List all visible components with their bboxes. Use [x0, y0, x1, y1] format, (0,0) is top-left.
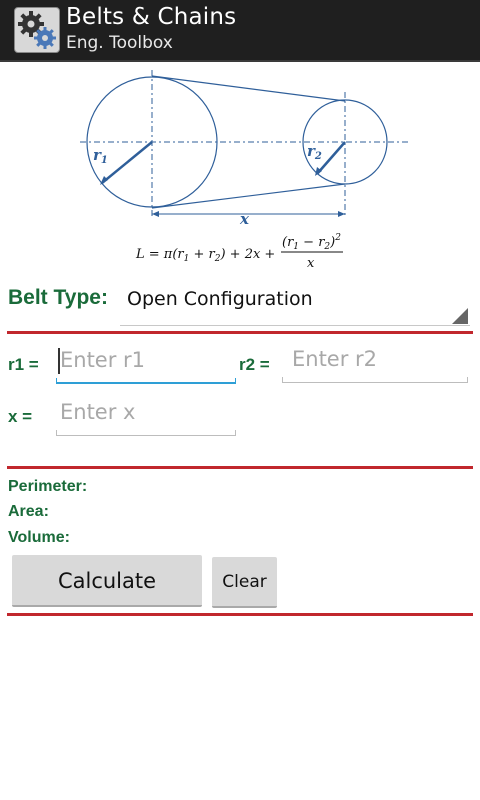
x-input[interactable]: Enter x	[56, 396, 236, 436]
dropdown-arrow-icon	[452, 308, 468, 324]
r1-placeholder: Enter r1	[60, 348, 146, 372]
volume-label: Volume:	[8, 529, 70, 546]
r1-radius	[101, 141, 153, 184]
belt-bottom	[151, 183, 346, 209]
r1-input[interactable]: Enter r1	[56, 344, 236, 384]
clear-button[interactable]: Clear	[212, 557, 277, 608]
belt-type-value: Open Configuration	[127, 288, 313, 310]
action-bar: Belts & Chains Eng. Toolbox	[0, 0, 480, 62]
gears-icon[interactable]	[14, 7, 60, 53]
app-subtitle: Eng. Toolbox	[66, 33, 173, 53]
r1-field-label: r1 =	[8, 355, 39, 374]
x-placeholder: Enter x	[60, 400, 136, 424]
divider-top	[7, 331, 473, 334]
r1-label: r1	[93, 146, 108, 166]
divider-middle	[7, 466, 473, 469]
calculate-button[interactable]: Calculate	[12, 555, 202, 607]
r2-input[interactable]: Enter r2	[282, 343, 468, 383]
belt-type-spinner[interactable]: Open Configuration	[120, 282, 470, 326]
length-formula: L = π(r1 + r2) + 2x + (r1 − r2)2 x	[135, 233, 343, 271]
r2-label: r2	[307, 142, 322, 162]
svg-text:(r1 − r2)2: (r1 − r2)2	[282, 233, 341, 252]
perimeter-label: Perimeter:	[8, 478, 88, 495]
app-title: Belts & Chains	[66, 4, 237, 30]
r2-placeholder: Enter r2	[292, 347, 378, 371]
belt-type-label: Belt Type:	[8, 286, 108, 309]
svg-text:L = π(r1 + r2) + 2x +: L = π(r1 + r2) + 2x +	[135, 247, 275, 264]
r2-field-label: r2 =	[239, 355, 270, 374]
svg-text:x: x	[307, 256, 315, 271]
belt-diagram-svg: r1 r2 x L = π(r1 + r2) + 2x + (r1 − r2)2…	[80, 70, 410, 271]
area-label: Area:	[8, 503, 49, 520]
belt-top	[151, 75, 346, 102]
x-field-label: x =	[8, 407, 33, 426]
x-label: x	[239, 210, 250, 228]
divider-bottom	[7, 613, 473, 616]
belt-diagram: r1 r2 x L = π(r1 + r2) + 2x + (r1 − r2)2…	[0, 62, 480, 282]
